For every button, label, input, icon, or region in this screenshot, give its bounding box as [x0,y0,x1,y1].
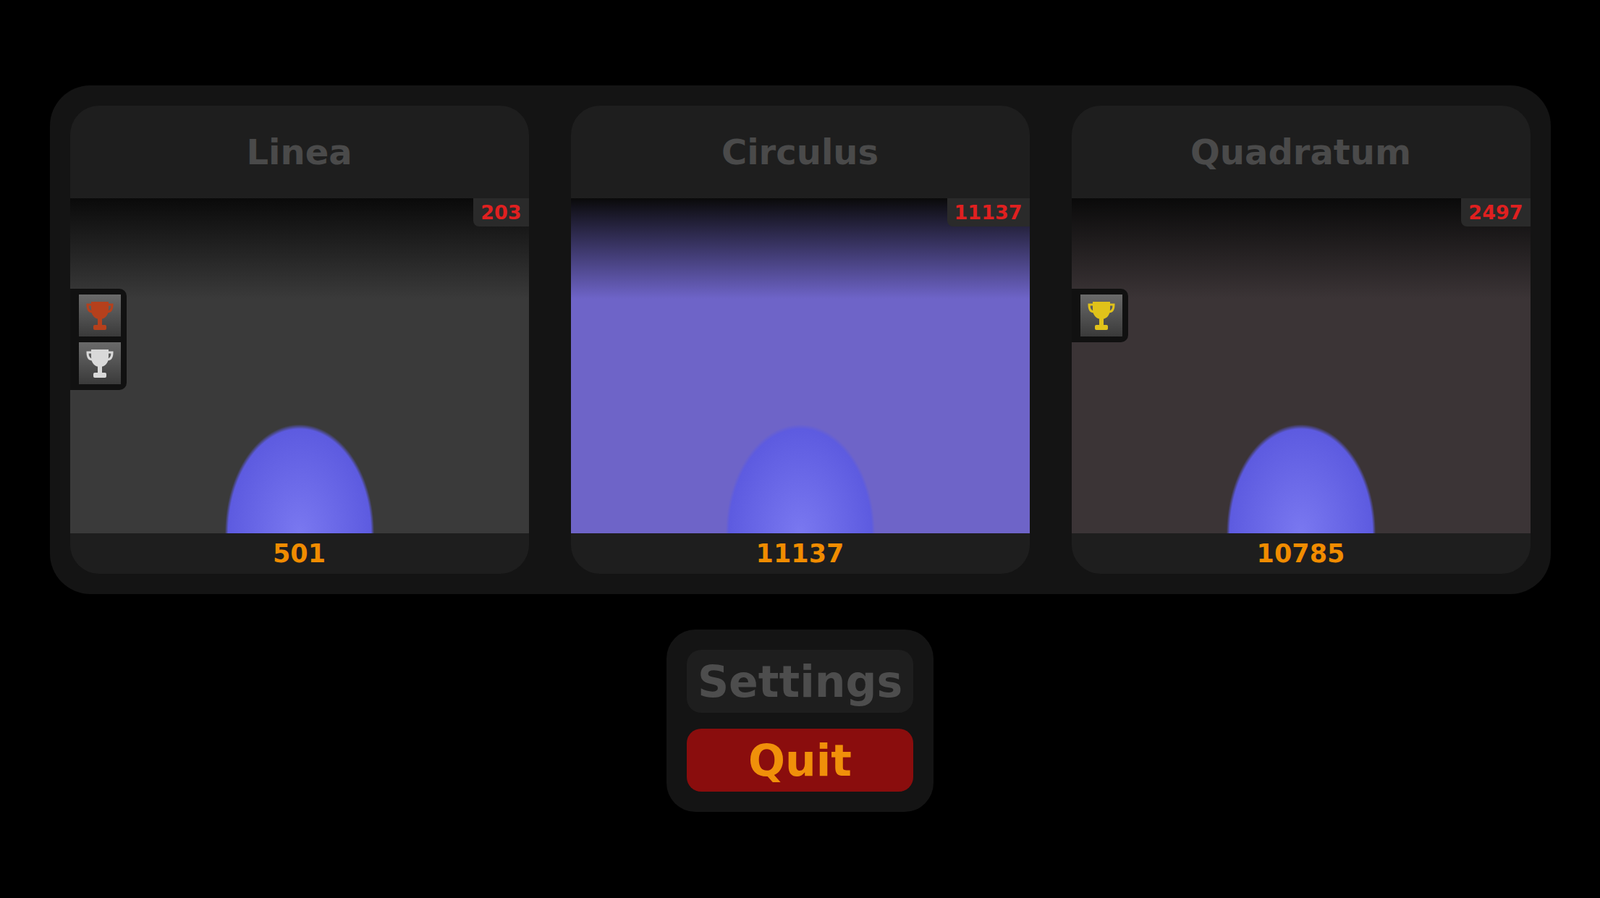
level-badge: 11137 [947,198,1030,227]
trophy-list [70,288,127,391]
trophy-icon [85,346,115,380]
level-score: 501 [70,533,529,574]
level-title: Quadratum [1071,105,1531,199]
trophy-list [1071,288,1129,343]
level-panel: Linea203501Circulus1113711137Quadratum24… [49,85,1551,595]
level-card[interactable]: Circulus1113711137 [570,105,1030,574]
level-score: 10785 [1071,533,1531,574]
menu-panel: Settings Quit [666,629,934,812]
level-preview: 2497 [1071,198,1531,534]
trophy [1080,294,1123,337]
trophy [78,342,121,385]
menu-button[interactable]: Settings [686,649,914,713]
level-preview: 203 [70,198,529,534]
trophy [78,294,121,337]
trophy-icon [85,298,115,333]
menu-button[interactable]: Quit [686,728,914,792]
level-card[interactable]: Linea203 501 [70,105,529,574]
level-card[interactable]: Quadratum2497 10785 [1071,105,1531,574]
level-badge: 203 [473,198,529,227]
level-score: 11137 [570,533,1030,574]
main-menu: Linea203501Circulus1113711137Quadratum24… [0,0,1600,898]
level-title: Circulus [570,105,1030,199]
level-preview: 11137 [570,198,1030,534]
trophy-icon [1086,298,1116,333]
level-title: Linea [70,105,529,199]
level-badge: 2497 [1461,198,1530,227]
